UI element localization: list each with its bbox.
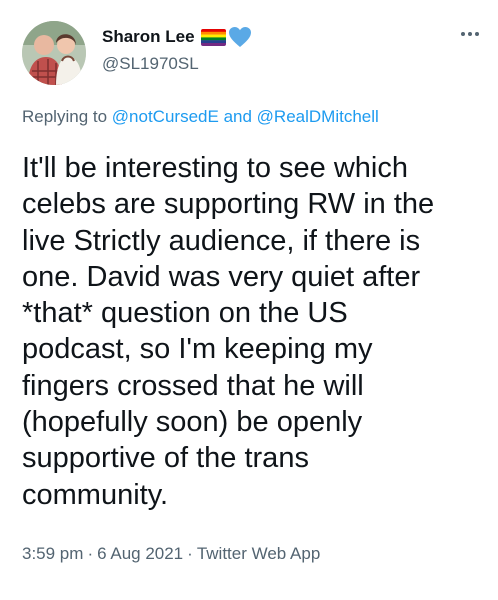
tweet-text-line: celebs are supporting RW in the: [22, 188, 435, 221]
tweet-text-line: supportive of the trans: [22, 442, 309, 475]
tweet-text-line: podcast, so I'm keeping my: [22, 333, 373, 366]
avatar-photo: [22, 21, 86, 85]
tweet-text-line: It'll be interesting to see which: [22, 152, 408, 184]
tweet-text-line: live Strictly audience, if there is: [22, 224, 421, 257]
rainbow-flag-icon: [200, 28, 226, 46]
replying-to-label: Replying to: [22, 107, 108, 126]
tweet-header: Sharon Lee @SL1970SL: [102, 26, 458, 74]
tweet-meta: 3:59 pm · 6 Aug 2021 · Twitter Web App: [22, 544, 320, 564]
meta-separator: ·: [187, 544, 193, 563]
tweet-text-line: fingers crossed that he will: [22, 369, 364, 402]
tweet-text: It'll be interesting to see which celebs…: [22, 150, 482, 513]
mention-link[interactable]: @RealDMitchell: [257, 107, 379, 126]
name-row: Sharon Lee: [102, 26, 458, 48]
tweet-client[interactable]: Twitter Web App: [197, 544, 320, 563]
mention-link[interactable]: @notCursedE: [112, 107, 219, 126]
tweet-date[interactable]: 6 Aug 2021: [97, 544, 183, 563]
tweet-text-line: one. David was very quiet after: [22, 260, 421, 293]
tweet-text-line: *that* question on the US: [22, 297, 348, 330]
ellipsis-icon[interactable]: [458, 26, 482, 42]
tweet-card: Sharon Lee @SL1970SL Replying to @notCur…: [0, 0, 498, 600]
replying-to: Replying to @notCursedE and @RealDMitche…: [22, 107, 379, 127]
user-handle[interactable]: @SL1970SL: [102, 54, 458, 74]
tweet-text-line: (hopefully soon) be openly: [22, 406, 363, 439]
display-name[interactable]: Sharon Lee: [102, 27, 195, 47]
meta-separator: ·: [87, 544, 94, 563]
tweet-time[interactable]: 3:59 pm: [22, 544, 83, 563]
avatar[interactable]: [22, 21, 86, 85]
tweet-text-line: community.: [22, 478, 169, 511]
blue-heart-icon: [228, 26, 252, 48]
replying-to-joiner[interactable]: and: [224, 107, 252, 126]
